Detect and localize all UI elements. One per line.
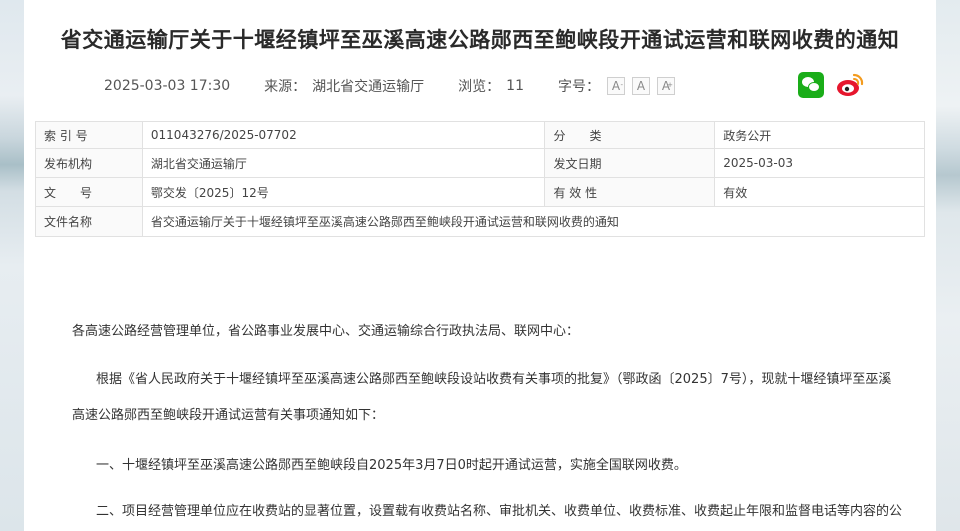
document-info-table: 索 引 号 011043276/2025-07702 分 类 政务公开 发布机构…	[35, 121, 926, 237]
source: 来源： 湖北省交通运输厅	[264, 76, 424, 96]
validity-value: 有效	[714, 177, 925, 207]
file-name-label: 文件名称	[35, 206, 143, 237]
font-size-increase-button[interactable]: A +	[657, 77, 675, 95]
index-number-label: 索 引 号	[35, 121, 143, 149]
issue-date-label: 发文日期	[544, 148, 716, 178]
issue-date-value: 2025-03-03	[714, 148, 925, 178]
source-label: 来源：	[264, 79, 307, 95]
background-left	[0, 0, 24, 531]
category-label: 分 类	[544, 121, 716, 149]
body-paragraph-1-cont: 高速公路郧西至鲍峡段开通试运营有关事项通知如下：	[72, 408, 385, 423]
article-title: 省交通运输厅关于十堰经镇坪至巫溪高速公路郧西至鲍峡段开通试运营和联网收费的通知	[60, 28, 900, 52]
wechat-icon[interactable]	[798, 72, 824, 98]
body-paragraph-1: 根据《省人民政府关于十堰经镇坪至巫溪高速公路郧西至鲍峡段设站收费有关事项的批复》…	[96, 372, 892, 387]
font-size-decrease-button[interactable]: A-	[607, 77, 625, 95]
publisher-label: 发布机构	[35, 148, 143, 178]
body-paragraph-3: 二、项目经营管理单位应在收费站的显著位置，设置载有收费站名称、审批机关、收费单位…	[96, 504, 903, 519]
views-count: 11	[506, 78, 524, 94]
table-row: 文件名称 省交通运输厅关于十堰经镇坪至巫溪高速公路郧西至鲍峡段开通试运营和联网收…	[35, 206, 926, 237]
publisher-value: 湖北省交通运输厅	[141, 148, 546, 178]
validity-label: 有 效 性	[544, 177, 716, 207]
article-meta: 2025-03-03 17:30 来源： 湖北省交通运输厅 浏览： 11 字号：…	[104, 76, 709, 96]
body-paragraph-2: 一、十堰经镇坪至巫溪高速公路郧西至鲍峡段自2025年3月7日0时起开通试运营，实…	[96, 458, 687, 473]
article-page: 省交通运输厅关于十堰经镇坪至巫溪高速公路郧西至鲍峡段开通试运营和联网收费的通知 …	[24, 0, 936, 531]
table-row: 索 引 号 011043276/2025-07702 分 类 政务公开	[35, 121, 925, 149]
weibo-icon[interactable]	[836, 72, 864, 98]
views: 浏览： 11	[458, 76, 524, 96]
publish-date: 2025-03-03 17:30	[104, 78, 231, 94]
font-size-reset-button[interactable]: A	[632, 77, 650, 95]
font-size-label: 字号：	[558, 79, 600, 95]
table-row: 文 号 鄂交发〔2025〕12号 有 效 性 有效	[35, 177, 925, 207]
addressee-paragraph: 各高速公路经营管理单位，省公路事业发展中心、交通运输综合行政执法局、联网中心：	[72, 324, 580, 339]
doc-number-value: 鄂交发〔2025〕12号	[141, 177, 546, 207]
category-value: 政务公开	[714, 121, 925, 149]
views-label: 浏览：	[458, 79, 501, 95]
background-right	[936, 0, 960, 531]
font-size-control: 字号： A- A A +	[558, 76, 675, 96]
doc-number-label: 文 号	[35, 177, 143, 207]
source-value: 湖北省交通运输厅	[312, 79, 425, 95]
index-number-value: 011043276/2025-07702	[141, 121, 546, 149]
share-bar	[798, 72, 864, 98]
file-name-value: 省交通运输厅关于十堰经镇坪至巫溪高速公路郧西至鲍峡段开通试运营和联网收费的通知	[141, 206, 926, 237]
table-row: 发布机构 湖北省交通运输厅 发文日期 2025-03-03	[35, 148, 925, 178]
